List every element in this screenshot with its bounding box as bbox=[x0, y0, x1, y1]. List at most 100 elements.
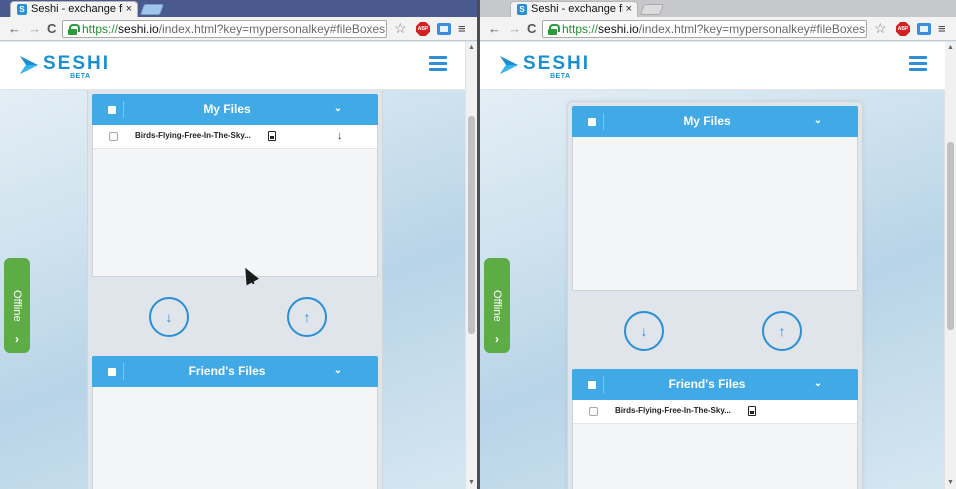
bookmark-star-icon[interactable]: ☆ bbox=[394, 20, 407, 37]
scrollbar-thumb[interactable] bbox=[468, 116, 475, 334]
my-files-list bbox=[572, 137, 858, 291]
my-files-title: My Files bbox=[203, 102, 251, 116]
offline-status-tab[interactable]: Offline › bbox=[4, 258, 30, 353]
browser-menu-icon[interactable]: ≡ bbox=[938, 20, 946, 37]
chevron-right-icon[interactable]: › bbox=[484, 332, 510, 346]
offline-label: Offline bbox=[11, 290, 23, 322]
reload-icon[interactable]: C bbox=[47, 20, 56, 37]
cast-extension-icon[interactable] bbox=[437, 23, 451, 35]
file-boxes-panel: My Files ⌄ Birds-Flying-Free-In-The-Sky.… bbox=[87, 90, 383, 489]
page-scrollbar[interactable]: ▲ ▼ bbox=[944, 42, 956, 489]
browser-tab[interactable]: S Seshi - exchange file × bbox=[510, 1, 638, 17]
file-name: Birds-Flying-Free-In-The-Sky... bbox=[615, 406, 731, 415]
arrow-down-icon: ↓ bbox=[640, 323, 648, 339]
new-tab-button[interactable] bbox=[139, 4, 165, 15]
browser-toolbar: ← → C https://seshi.io/index.html?key=my… bbox=[480, 17, 956, 41]
scroll-down-arrow-icon[interactable]: ▼ bbox=[947, 479, 954, 487]
friends-files-header: Friend's Files ⌄ bbox=[572, 369, 858, 400]
browser-tab[interactable]: S Seshi - exchange file × bbox=[10, 1, 138, 17]
upload-button[interactable]: ↑ bbox=[762, 311, 802, 351]
logo-text: SESHI bbox=[523, 53, 591, 74]
arrow-up-icon: ↑ bbox=[778, 323, 786, 339]
header-divider bbox=[603, 376, 604, 393]
close-tab-icon[interactable]: × bbox=[626, 2, 632, 16]
my-files-list: Birds-Flying-Free-In-The-Sky... ↓ bbox=[92, 125, 378, 277]
url-text: https://seshi.io/index.html?key=myperson… bbox=[562, 22, 866, 36]
friends-files-list bbox=[92, 387, 378, 489]
seshi-logo-icon[interactable] bbox=[498, 53, 520, 77]
back-arrow-icon[interactable]: ← bbox=[488, 20, 501, 37]
header-divider bbox=[123, 363, 124, 380]
back-arrow-icon[interactable]: ← bbox=[8, 20, 21, 37]
browser-toolbar: ← → C https://seshi.io/index.html?key=my… bbox=[0, 17, 477, 41]
select-all-checkbox[interactable] bbox=[108, 368, 116, 376]
arrow-down-icon: ↓ bbox=[165, 309, 173, 325]
select-all-checkbox[interactable] bbox=[108, 106, 116, 114]
beta-badge: BETA bbox=[550, 73, 571, 80]
reload-icon[interactable]: C bbox=[527, 20, 536, 37]
chevron-down-icon[interactable]: ⌄ bbox=[812, 114, 824, 128]
file-boxes-panel: My Files ⌄ ↓ ↑ Friend's Files ⌄ Birds-Fl… bbox=[567, 101, 863, 489]
site-header: SESHI BETA bbox=[480, 42, 945, 90]
offline-label: Offline bbox=[491, 290, 503, 322]
adblock-icon[interactable]: ABP bbox=[416, 22, 430, 36]
seshi-favicon-icon: S bbox=[17, 4, 27, 15]
hamburger-menu-icon[interactable] bbox=[909, 56, 927, 72]
chevron-down-icon[interactable]: ⌄ bbox=[812, 377, 824, 391]
file-name: Birds-Flying-Free-In-The-Sky... bbox=[135, 131, 251, 140]
chevron-down-icon[interactable]: ⌄ bbox=[332, 102, 344, 116]
forward-arrow-icon[interactable]: → bbox=[508, 20, 521, 37]
browser-window-left: S Seshi - exchange file × ← → C https://… bbox=[0, 0, 477, 489]
site-header: SESHI BETA bbox=[0, 42, 465, 90]
file-row[interactable]: Birds-Flying-Free-In-The-Sky... bbox=[573, 400, 857, 424]
tab-title: Seshi - exchange file bbox=[31, 3, 123, 15]
browser-menu-icon[interactable]: ≡ bbox=[458, 20, 466, 37]
download-file-icon[interactable]: ↓ bbox=[337, 130, 343, 142]
friends-files-title: Friend's Files bbox=[188, 364, 266, 378]
friends-files-title: Friend's Files bbox=[668, 377, 746, 391]
offline-status-tab[interactable]: Offline › bbox=[484, 258, 510, 353]
chevron-down-icon[interactable]: ⌄ bbox=[332, 364, 344, 378]
scroll-up-arrow-icon[interactable]: ▲ bbox=[468, 44, 475, 52]
cast-extension-icon[interactable] bbox=[917, 23, 931, 35]
my-files-header: My Files ⌄ bbox=[92, 94, 378, 125]
lock-icon bbox=[68, 24, 80, 35]
select-all-checkbox[interactable] bbox=[588, 118, 596, 126]
tab-strip: S Seshi - exchange file × bbox=[480, 0, 956, 17]
scrollbar-thumb[interactable] bbox=[947, 142, 954, 330]
tab-title: Seshi - exchange file bbox=[531, 3, 623, 15]
beta-badge: BETA bbox=[70, 73, 91, 80]
arrow-up-icon: ↑ bbox=[303, 309, 311, 325]
select-all-checkbox[interactable] bbox=[588, 381, 596, 389]
browser-window-right: S Seshi - exchange file × ← → C https://… bbox=[480, 0, 956, 489]
chevron-right-icon[interactable]: › bbox=[4, 332, 30, 346]
upload-button[interactable]: ↑ bbox=[287, 297, 327, 337]
close-tab-icon[interactable]: × bbox=[126, 2, 132, 16]
address-bar[interactable]: https://seshi.io/index.html?key=myperson… bbox=[62, 20, 387, 38]
seshi-logo-icon[interactable] bbox=[18, 53, 40, 77]
tab-strip: S Seshi - exchange file × bbox=[0, 0, 477, 17]
header-divider bbox=[603, 113, 604, 130]
forward-arrow-icon[interactable]: → bbox=[28, 20, 41, 37]
scroll-down-arrow-icon[interactable]: ▼ bbox=[468, 479, 475, 487]
address-bar[interactable]: https://seshi.io/index.html?key=myperson… bbox=[542, 20, 867, 38]
friends-files-list: Birds-Flying-Free-In-The-Sky... bbox=[572, 400, 858, 489]
adblock-icon[interactable]: ABP bbox=[896, 22, 910, 36]
scroll-up-arrow-icon[interactable]: ▲ bbox=[947, 44, 954, 52]
bookmark-star-icon[interactable]: ☆ bbox=[874, 20, 887, 37]
file-checkbox[interactable] bbox=[109, 132, 118, 141]
file-row[interactable]: Birds-Flying-Free-In-The-Sky... ↓ bbox=[93, 125, 377, 149]
my-files-header: My Files ⌄ bbox=[572, 106, 858, 137]
image-file-icon bbox=[268, 131, 276, 141]
download-button[interactable]: ↓ bbox=[149, 297, 189, 337]
hamburger-menu-icon[interactable] bbox=[429, 56, 447, 72]
seshi-favicon-icon: S bbox=[517, 4, 527, 15]
my-files-title: My Files bbox=[683, 114, 731, 128]
page-viewport: ▲ ▼ My Files ⌄ ↓ ↑ Friend's Files ⌄ Bird… bbox=[480, 42, 956, 489]
download-button[interactable]: ↓ bbox=[624, 311, 664, 351]
friends-files-header: Friend's Files ⌄ bbox=[92, 356, 378, 387]
lock-icon bbox=[548, 24, 560, 35]
new-tab-button[interactable] bbox=[639, 4, 665, 15]
page-scrollbar[interactable]: ▲ ▼ bbox=[465, 42, 477, 489]
file-checkbox[interactable] bbox=[589, 407, 598, 416]
